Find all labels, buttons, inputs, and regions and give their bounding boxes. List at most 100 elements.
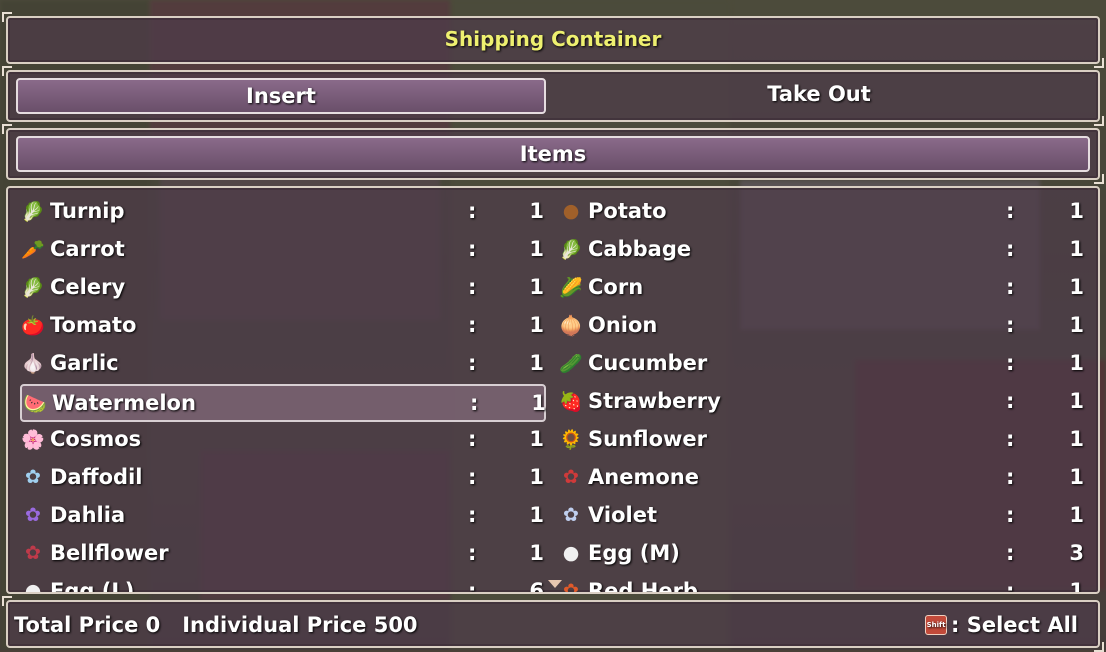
daffodil-icon: ✿ [25, 466, 41, 488]
violet-icon: ✿ [563, 504, 579, 526]
egg-icon: ● [24, 580, 42, 594]
bellflower-icon: ✿ [25, 542, 41, 564]
strawberry-icon: 🍓 [559, 390, 583, 413]
item-name: Onion [588, 313, 658, 337]
item-row-celery[interactable]: 🥬 Celery: 1 [20, 270, 544, 304]
tomato-icon: 🍅 [21, 314, 45, 337]
item-row-bellflower[interactable]: ✿ Bellflower: 1 [20, 536, 544, 570]
item-quantity: 1 [529, 351, 544, 375]
item-name: Cabbage [588, 237, 692, 261]
item-row-egg-l[interactable]: ● Egg (L): 6 [20, 574, 544, 594]
item-separator: : [1006, 503, 1015, 527]
tab-take-out[interactable]: Take Out [556, 78, 1082, 110]
item-name: Celery [50, 275, 126, 299]
item-separator: : [468, 313, 477, 337]
cosmos-icon: 🌸 [21, 428, 45, 451]
item-separator: : [468, 427, 477, 451]
item-separator: : [1006, 465, 1015, 489]
total-price-value: 0 [145, 613, 161, 637]
item-quantity: 1 [1069, 275, 1084, 299]
item-separator: : [1006, 237, 1015, 261]
price-summary: Total Price 0 Individual Price 500 [14, 613, 418, 637]
item-separator: : [1006, 351, 1015, 375]
total-price-label: Total Price [14, 613, 139, 637]
item-quantity: 1 [529, 199, 544, 223]
item-quantity: 1 [529, 237, 544, 261]
item-quantity: 1 [529, 503, 544, 527]
item-quantity: 1 [529, 313, 544, 337]
item-row-anemone[interactable]: ✿ Anemone: 1 [558, 460, 1084, 494]
item-row-potato[interactable]: ● Potato: 1 [558, 194, 1084, 228]
item-row-tomato[interactable]: 🍅 Tomato: 1 [20, 308, 544, 342]
category-panel: Items [2, 124, 1104, 184]
item-row-corn[interactable]: 🌽 Corn: 1 [558, 270, 1084, 304]
onion-icon: 🧅 [559, 314, 583, 337]
potato-icon: ● [562, 200, 580, 222]
item-row-watermelon[interactable]: 🍉 Watermelon: 1 [20, 384, 546, 422]
item-quantity: 1 [1069, 465, 1084, 489]
item-name: Dahlia [50, 503, 126, 527]
item-name: Egg (M) [588, 541, 680, 565]
window-title: Shipping Container [444, 27, 662, 51]
item-name: Corn [588, 275, 644, 299]
footer-panel: Total Price 0 Individual Price 500 Shift… [2, 596, 1104, 652]
item-name: Sunflower [588, 427, 708, 451]
egg-icon: ● [562, 542, 580, 564]
item-row-cucumber[interactable]: 🥒 Cucumber: 1 [558, 346, 1084, 380]
item-quantity: 3 [1069, 541, 1084, 565]
item-separator: : [1006, 389, 1015, 413]
item-row-turnip[interactable]: 🥬 Turnip: 1 [20, 194, 544, 228]
item-row-strawberry[interactable]: 🍓 Strawberry: 1 [558, 384, 1084, 418]
item-row-garlic[interactable]: 🧄 Garlic: 1 [20, 346, 544, 380]
item-row-cosmos[interactable]: 🌸 Cosmos: 1 [20, 422, 544, 456]
item-separator: : [1006, 199, 1015, 223]
item-separator: : [468, 541, 477, 565]
item-separator: : [1006, 579, 1015, 594]
item-separator: : [468, 275, 477, 299]
category-items-button[interactable]: Items [16, 136, 1090, 172]
item-separator: : [468, 199, 477, 223]
scroll-down-arrow-icon[interactable] [548, 580, 562, 588]
garlic-icon: 🧄 [21, 352, 45, 375]
item-row-carrot[interactable]: 🥕 Carrot: 1 [20, 232, 544, 266]
item-name: Egg (L) [50, 579, 135, 594]
celery-icon: 🥬 [21, 276, 45, 299]
item-row-sunflower[interactable]: 🌻 Sunflower: 1 [558, 422, 1084, 456]
item-separator: : [468, 579, 477, 594]
item-name: Garlic [50, 351, 119, 375]
item-row-violet[interactable]: ✿ Violet: 1 [558, 498, 1084, 532]
item-list[interactable]: 🥬 Turnip:1 🥕 Carrot:1 🥬 Celery:1 🍅 Tomato:1 🧄 Gar… [6, 186, 1100, 594]
item-quantity: 1 [1069, 579, 1084, 594]
individual-price-label: Individual Price [182, 613, 367, 637]
item-separator: : [1006, 313, 1015, 337]
tab-insert[interactable]: Insert [16, 78, 546, 114]
item-row-daffodil[interactable]: ✿ Daffodil: 1 [20, 460, 544, 494]
item-row-cabbage[interactable]: 🥬 Cabbage: 1 [558, 232, 1084, 266]
item-quantity: 1 [529, 427, 544, 451]
item-row-egg-m[interactable]: ● Egg (M): 3 [558, 536, 1084, 570]
item-name: Red Herb [588, 579, 698, 594]
cucumber-icon: 🥒 [559, 352, 583, 375]
carrot-icon: 🥕 [21, 238, 45, 261]
item-quantity: 1 [529, 275, 544, 299]
item-quantity: 1 [1069, 199, 1084, 223]
item-name: Strawberry [588, 389, 721, 413]
individual-price-value: 500 [373, 613, 418, 637]
item-name: Cosmos [50, 427, 142, 451]
item-quantity: 1 [1069, 427, 1084, 451]
item-separator: : [1006, 541, 1015, 565]
item-separator: : [470, 391, 479, 415]
item-row-onion[interactable]: 🧅 Onion: 1 [558, 308, 1084, 342]
item-quantity: 1 [1069, 237, 1084, 261]
select-all-hint[interactable]: Shift : Select All [925, 613, 1078, 637]
item-quantity: 1 [531, 391, 546, 415]
item-quantity: 1 [1069, 313, 1084, 337]
title-panel: Shipping Container [2, 12, 1104, 68]
item-quantity: 1 [1069, 389, 1084, 413]
item-quantity: 1 [529, 541, 544, 565]
shift-key-icon: Shift [925, 615, 948, 635]
item-separator: : [1006, 275, 1015, 299]
item-row-red-herb[interactable]: ✿ Red Herb:1 [558, 574, 1084, 594]
item-row-dahlia[interactable]: ✿ Dahlia: 1 [20, 498, 544, 532]
item-name: Watermelon [52, 391, 196, 415]
